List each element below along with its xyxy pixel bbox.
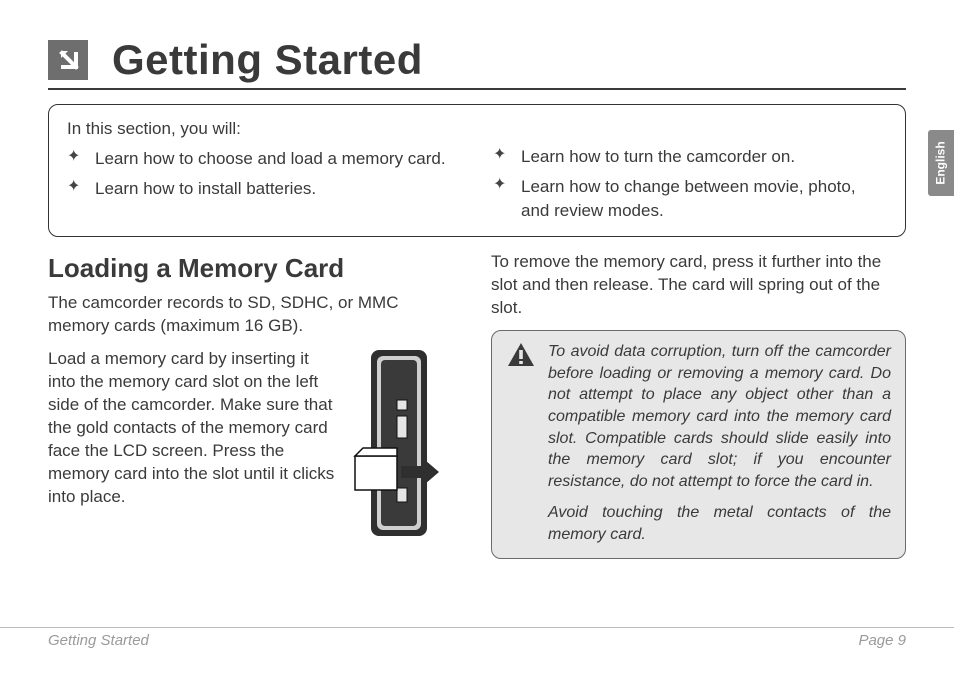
summary-item-text: Learn how to choose and load a memory ca… [95, 147, 461, 171]
arrow-down-right-icon [48, 40, 88, 80]
warning-paragraph-2: Avoid touching the metal contacts of the… [548, 502, 891, 545]
diamond-bullet-icon: ✦ [67, 177, 83, 201]
content-columns: Loading a Memory Card The camcorder reco… [48, 251, 906, 558]
load-row: Load a memory card by inserting it into … [48, 348, 463, 538]
intro-paragraph: The camcorder records to SD, SDHC, or MM… [48, 292, 463, 338]
summary-item-text: Learn how to turn the camcorder on. [521, 145, 887, 169]
summary-item: ✦ Learn how to choose and load a memory … [67, 147, 461, 171]
language-tab: English [928, 130, 954, 196]
warning-paragraph-1: To avoid data corruption, turn off the c… [548, 341, 891, 492]
footer-page-number: Page 9 [858, 632, 906, 649]
page-title: Getting Started [112, 36, 423, 84]
warning-body: To avoid data corruption, turn off the c… [548, 341, 891, 545]
summary-item: ✦ Learn how to install batteries. [67, 177, 461, 201]
summary-item: ✦ Learn how to change between movie, pho… [493, 175, 887, 223]
page-title-row: Getting Started [48, 36, 906, 90]
camcorder-slot-illustration [353, 348, 463, 538]
diamond-bullet-icon: ✦ [493, 175, 509, 223]
manual-page: Getting Started In this section, you wil… [0, 0, 954, 673]
subheading: Loading a Memory Card [48, 251, 463, 286]
load-paragraph: Load a memory card by inserting it into … [48, 348, 339, 509]
page-footer: Getting Started Page 9 [0, 627, 954, 653]
remove-paragraph: To remove the memory card, press it furt… [491, 251, 906, 320]
summary-item: ✦ Learn how to turn the camcorder on. [493, 145, 887, 169]
summary-col-right: ✦ Learn how to turn the camcorder on. ✦ … [493, 117, 887, 222]
diamond-bullet-icon: ✦ [67, 147, 83, 171]
section-summary-box: In this section, you will: ✦ Learn how t… [48, 104, 906, 237]
content-left-col: Loading a Memory Card The camcorder reco… [48, 251, 463, 558]
language-tab-label: English [934, 141, 948, 184]
warning-triangle-icon [506, 341, 536, 545]
summary-intro: In this section, you will: [67, 117, 461, 141]
footer-section-name: Getting Started [48, 632, 149, 649]
summary-col-left: In this section, you will: ✦ Learn how t… [67, 117, 461, 222]
summary-item-text: Learn how to change between movie, photo… [521, 175, 887, 223]
summary-item-text: Learn how to install batteries. [95, 177, 461, 201]
warning-box: To avoid data corruption, turn off the c… [491, 330, 906, 558]
content-right-col: To remove the memory card, press it furt… [491, 251, 906, 558]
diamond-bullet-icon: ✦ [493, 145, 509, 169]
